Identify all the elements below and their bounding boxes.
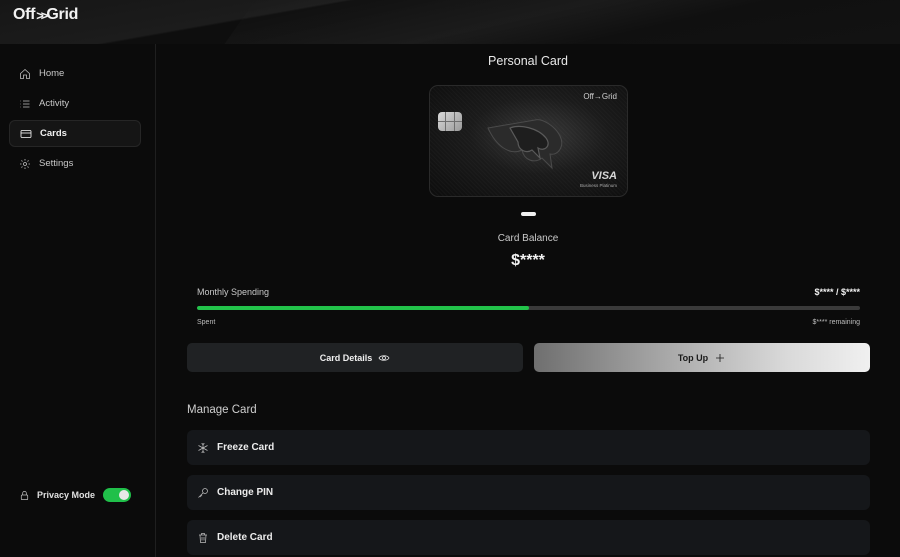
card-details-label: Card Details	[319, 352, 373, 363]
freeze-card-button[interactable]: Freeze Card	[187, 430, 870, 465]
manage-card-title: Manage Card	[187, 404, 257, 416]
home-icon	[20, 68, 30, 79]
lock-icon	[20, 490, 29, 500]
card-icon	[20, 129, 32, 138]
carousel-indicator[interactable]	[521, 212, 536, 216]
snowflake-icon	[198, 442, 208, 453]
delete-card-button[interactable]: Delete Card	[187, 520, 870, 555]
change-pin-button[interactable]: Change PIN	[187, 475, 870, 510]
delete-card-label: Delete Card	[217, 532, 273, 543]
sidebar-item-home[interactable]: Home	[9, 60, 141, 87]
app-logo[interactable]: Off >> Grid	[13, 6, 78, 24]
chip-icon	[438, 112, 462, 131]
spade-logo-icon	[487, 119, 563, 170]
spending-progress-fill	[197, 306, 529, 310]
key-icon	[198, 487, 208, 498]
logo-arrows: >>	[36, 7, 48, 23]
remaining-label: $**** remaining	[812, 319, 860, 326]
top-up-label: Top Up	[677, 352, 709, 363]
page-title: Personal Card	[488, 54, 568, 68]
visa-logo: VISA	[591, 170, 617, 182]
top-up-button[interactable]: Top Up	[534, 343, 870, 372]
spent-label: Spent	[197, 319, 216, 326]
top-bar-sheen	[224, 0, 900, 44]
toggle-knob	[119, 490, 129, 500]
freeze-card-label: Freeze Card	[217, 442, 275, 453]
plus-icon	[716, 353, 725, 362]
sidebar-item-label: Settings	[39, 158, 74, 169]
card-details-button[interactable]: Card Details	[187, 343, 523, 372]
card-brand: Off→Grid	[583, 92, 617, 101]
sidebar-item-settings[interactable]: Settings	[9, 150, 141, 177]
card-balance-value: $****	[511, 252, 545, 269]
top-bar: Off >> Grid	[0, 0, 900, 44]
privacy-mode: Privacy Mode	[19, 487, 134, 503]
sidebar-item-label: Cards	[40, 128, 67, 139]
logo-text-left: Off	[13, 6, 36, 23]
monthly-spending-amount: $**** / $****	[814, 287, 860, 297]
monthly-spending-label: Monthly Spending	[197, 287, 270, 297]
card-tier: Business Platinum	[579, 183, 617, 188]
sidebar: Home Activity Cards Settings	[0, 44, 156, 557]
trash-icon	[199, 532, 207, 543]
gear-icon	[20, 158, 30, 169]
list-icon	[20, 100, 30, 107]
spending-progress-bar	[197, 306, 860, 310]
sidebar-item-label: Home	[39, 68, 65, 79]
sidebar-item-cards[interactable]: Cards	[9, 120, 141, 147]
privacy-mode-label: Privacy Mode	[37, 490, 96, 500]
sidebar-item-label: Activity	[39, 98, 70, 109]
logo-text-right: Grid	[46, 6, 79, 23]
privacy-mode-toggle[interactable]	[103, 488, 131, 502]
sidebar-item-activity[interactable]: Activity	[9, 90, 141, 117]
eye-icon	[378, 354, 390, 361]
card-balance-label: Card Balance	[497, 233, 559, 244]
card-image[interactable]: Off→Grid VISA Business Platinum	[429, 85, 628, 197]
change-pin-label: Change PIN	[217, 487, 274, 498]
